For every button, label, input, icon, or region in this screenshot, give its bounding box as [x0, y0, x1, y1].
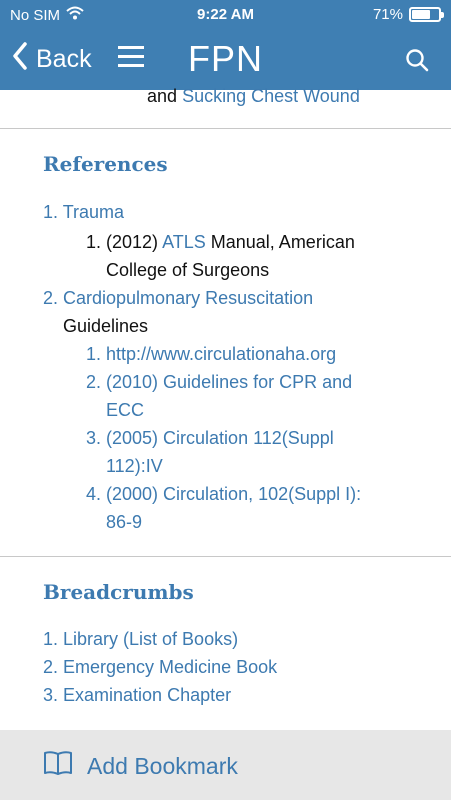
reference-cpr-sub2-cont[interactable]: ECC: [106, 396, 144, 424]
reference-trauma-sub1-text: Manual, American: [210, 232, 355, 252]
previous-text: and Sucking Chest Wound: [147, 86, 360, 107]
battery-fill: [412, 10, 430, 19]
references-heading: References: [43, 152, 168, 176]
reference-cpr-link[interactable]: 2. Cardiopulmonary Resuscitation: [43, 284, 313, 312]
add-bookmark-label: Add Bookmark: [87, 752, 238, 779]
battery-percent: 71%: [372, 6, 403, 23]
battery-icon: [409, 7, 444, 22]
reference-cpr-sub4-cont[interactable]: 86-9: [106, 508, 142, 536]
reference-cpr-sub4-link[interactable]: 4. (2000) Circulation, 102(Suppl I):: [86, 480, 361, 508]
reference-cpr-cont: Guidelines: [63, 316, 149, 336]
atls-link[interactable]: ATLS: [162, 232, 206, 252]
navigation-bar: Back FPN: [0, 30, 451, 90]
reference-cpr-sub3-link[interactable]: 3. (2005) Circulation 112(Suppl: [86, 424, 334, 452]
breadcrumb-chapter-link[interactable]: 3. Examination Chapter: [43, 681, 231, 709]
app-title: FPN: [188, 38, 263, 79]
breadcrumb-library-link[interactable]: 1. Library (List of Books): [43, 625, 238, 653]
book-icon: [43, 750, 73, 782]
reference-trauma-sub1: 1. (2012) ATLS Manual, American: [86, 228, 355, 256]
previous-text-prefix: and: [147, 86, 178, 106]
content-area: and Sucking Chest Wound References 1. Tr…: [0, 86, 451, 730]
reference-cpr-sub1-link[interactable]: 1. http://www.circulationaha.org: [86, 340, 336, 368]
sucking-chest-wound-link[interactable]: Sucking Chest Wound: [182, 86, 360, 106]
divider: [0, 128, 451, 129]
reference-cpr-sub2-link[interactable]: 2. (2010) Guidelines for CPR and: [86, 368, 352, 396]
search-icon[interactable]: [405, 48, 429, 72]
breadcrumbs-heading: Breadcrumbs: [43, 580, 194, 604]
reference-trauma-link[interactable]: 1. Trauma: [43, 198, 124, 226]
bottom-toolbar: Add Bookmark: [0, 730, 451, 800]
reference-cpr-sub3-cont[interactable]: 112):IV: [106, 452, 163, 480]
status-bar: No SIM 9:22 AM 71%: [0, 0, 451, 30]
reference-trauma-sub1-cont: College of Surgeons: [106, 260, 270, 280]
add-bookmark-button[interactable]: Add Bookmark: [43, 750, 238, 782]
battery-group: 71%: [372, 6, 444, 23]
breadcrumb-book-link[interactable]: 2. Emergency Medicine Book: [43, 653, 277, 681]
reference-trauma-sub1-number: 1. (2012): [86, 232, 159, 252]
divider: [0, 556, 451, 557]
